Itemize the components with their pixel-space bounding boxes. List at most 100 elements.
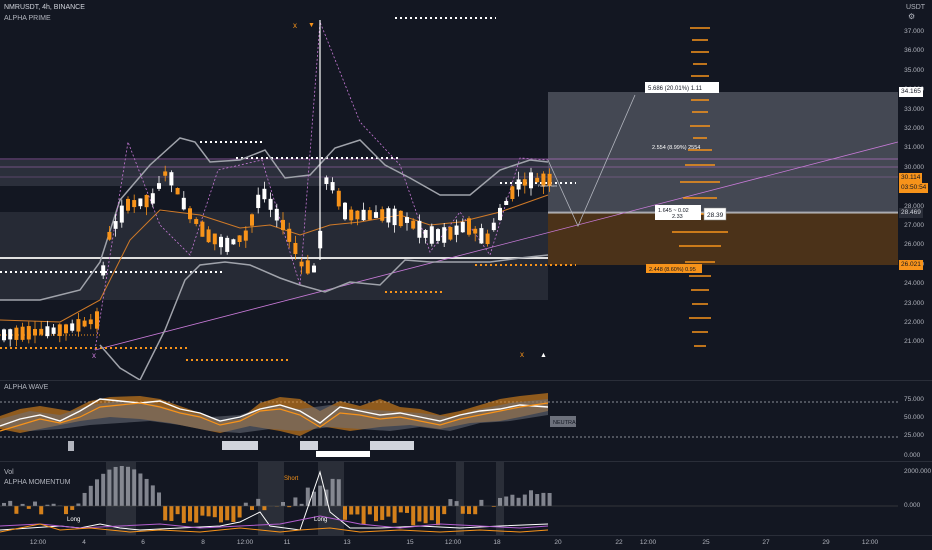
- momentum-bar: [175, 506, 180, 515]
- candle-body: [479, 228, 484, 244]
- momentum-chart[interactable]: Long Short Long: [0, 462, 898, 535]
- price-tick: 32.000: [904, 125, 924, 132]
- candle-body: [33, 329, 37, 336]
- time-label: 12:00: [639, 539, 657, 546]
- momentum-bar: [429, 506, 434, 521]
- candle-body: [64, 324, 68, 334]
- time-label: 18: [493, 539, 501, 546]
- momentum-bar: [126, 466, 130, 506]
- price-tick: 27.000: [904, 222, 924, 229]
- stop-price-tag: 26.021: [899, 260, 923, 270]
- time-label: 12:00: [29, 539, 47, 546]
- candle-body: [417, 220, 422, 238]
- time-label: 20: [554, 539, 562, 546]
- marker-x-bottom: x: [520, 350, 524, 359]
- momentum-bar: [20, 503, 25, 506]
- momentum-bar: [2, 502, 6, 506]
- long-label: Long: [67, 517, 80, 523]
- momentum-bar: [423, 506, 428, 524]
- candle-body: [429, 226, 434, 244]
- candle-body: [225, 237, 230, 252]
- price-tick: 23.000: [904, 299, 924, 307]
- momentum-bar: [194, 506, 199, 523]
- momentum-bar: [150, 485, 155, 506]
- entry-price-tag: 28.469: [899, 208, 923, 218]
- candle-body: [231, 239, 236, 245]
- momentum-bar: [88, 485, 93, 506]
- momentum-bar: [467, 506, 471, 515]
- candle-body: [491, 222, 496, 231]
- wave-block-2: [222, 441, 258, 450]
- wave-tick-25: 25.000: [904, 432, 924, 439]
- price-chart[interactable]: x ▼ x ▲ x 5.686 (20.01%) 1.11 2.554 (8.9…: [0, 0, 898, 380]
- position-stop-zone[interactable]: [548, 213, 898, 265]
- alpha-wave-chart[interactable]: NEUTRAL: [0, 381, 898, 461]
- momentum-bar: [188, 506, 192, 522]
- momentum-bar: [535, 494, 540, 506]
- candle-body: [312, 265, 316, 273]
- momentum-bar: [219, 506, 223, 523]
- countdown-tag: 03:50:54: [899, 183, 929, 193]
- wave-tick-0: 0.000: [904, 452, 921, 459]
- momentum-bar: [82, 492, 87, 506]
- candle-body: [256, 194, 261, 209]
- time-axis[interactable]: 12:00 4 6 8 12:00 11 13 15 12:00 18 20 22 12:00 25 27 2…: [0, 535, 898, 550]
- candle-body: [510, 186, 515, 200]
- momentum-bar: [398, 506, 403, 513]
- momentum-bar: [374, 506, 378, 522]
- momentum-bar: [101, 473, 106, 506]
- price-tick: 26.000: [904, 241, 924, 249]
- momentum-bar: [163, 506, 168, 521]
- candle-body: [144, 194, 149, 208]
- price-box[interactable]: 28.39: [707, 212, 724, 219]
- time-label: 15: [406, 539, 414, 546]
- candle-body: [535, 177, 540, 183]
- momentum-bar: [405, 506, 409, 513]
- candle-body: [529, 172, 533, 189]
- wave-block-3: [300, 441, 318, 450]
- momentum-bar: [70, 506, 75, 510]
- momentum-bar: [256, 498, 261, 506]
- time-label: 4: [82, 539, 86, 546]
- momentum-shade-4: [456, 462, 464, 535]
- momentum-bar: [200, 506, 205, 516]
- time-label: 27: [762, 539, 770, 546]
- symbol-title[interactable]: NMRUSDT, 4h, BINANCE: [4, 4, 85, 11]
- momentum-bar: [225, 506, 230, 521]
- momentum-bar: [349, 506, 354, 515]
- momentum-bar: [107, 469, 112, 506]
- momentum-bar: [95, 479, 99, 506]
- momentum-bar: [529, 490, 533, 506]
- price-tick: 37.000: [904, 28, 924, 35]
- momentum-bar: [367, 506, 372, 515]
- momentum-bar: [51, 503, 56, 506]
- candle-body: [250, 214, 254, 226]
- candle-body: [113, 221, 118, 229]
- candle-body: [2, 329, 6, 341]
- momentum-title[interactable]: ALPHA MOMENTUM: [4, 479, 71, 486]
- time-label: 13: [343, 539, 351, 546]
- indicator-name[interactable]: ALPHA PRIME: [4, 15, 51, 22]
- momentum-bar: [113, 466, 118, 506]
- wave-tick-75: 75.000: [904, 396, 924, 403]
- momentum-bar: [417, 506, 422, 522]
- candle-body: [150, 193, 155, 204]
- candle-body: [138, 198, 143, 207]
- momentum-bar: [8, 500, 13, 506]
- candle-body: [374, 212, 378, 218]
- candle-body: [274, 208, 279, 221]
- momentum-bar: [442, 506, 447, 515]
- momentum-bar: [448, 499, 453, 506]
- wave-tick-50: 50.000: [904, 414, 924, 421]
- position-target-zone[interactable]: [548, 92, 898, 213]
- candle-body: [287, 228, 292, 242]
- vol-label[interactable]: Vol: [4, 469, 14, 476]
- momentum-bar: [169, 506, 174, 521]
- momentum-bar: [237, 506, 242, 518]
- alpha-wave-title[interactable]: ALPHA WAVE: [4, 384, 48, 391]
- momentum-bar: [516, 497, 521, 506]
- momentum-bar: [39, 506, 44, 515]
- momentum-bar: [76, 503, 81, 506]
- candle-body: [119, 205, 124, 223]
- candle-body: [268, 198, 273, 210]
